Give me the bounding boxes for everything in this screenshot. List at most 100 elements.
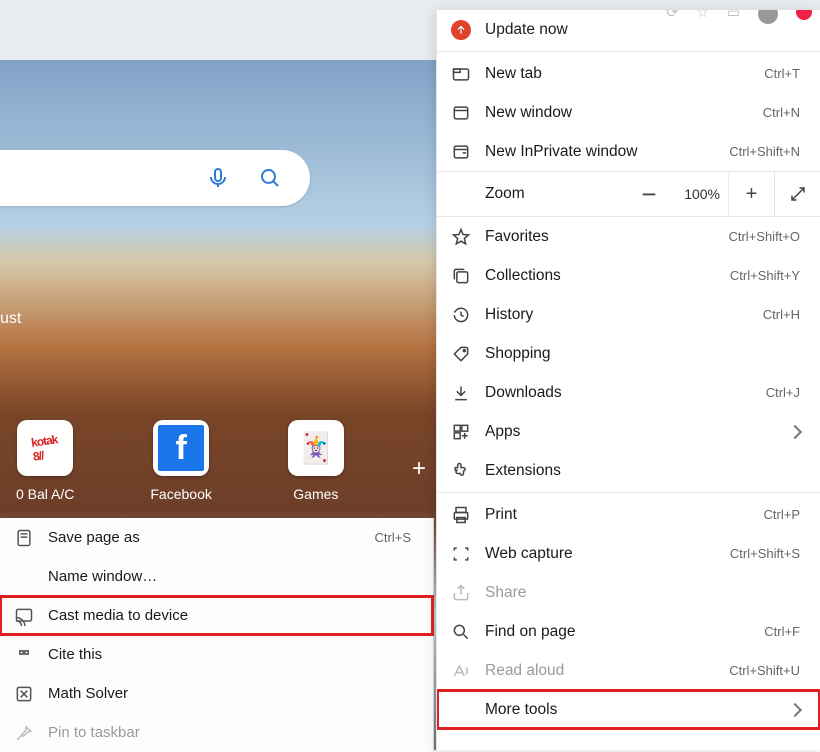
menu-label: Save page as bbox=[48, 529, 361, 546]
tile-label: Games bbox=[293, 486, 338, 502]
update-icon bbox=[451, 20, 471, 40]
zoom-label: Zoom bbox=[485, 185, 626, 203]
downloads[interactable]: Downloads Ctrl+J bbox=[437, 373, 820, 412]
new-window[interactable]: New window Ctrl+N bbox=[437, 93, 820, 132]
inprivate-icon bbox=[451, 142, 471, 162]
search-icon[interactable] bbox=[258, 166, 282, 190]
quick-links: kotak8// 0 Bal A/C f Facebook 🃏 Games bbox=[0, 420, 434, 502]
menu-label: Favorites bbox=[485, 228, 714, 246]
extensions[interactable]: Extensions bbox=[437, 451, 820, 490]
zoom-in-button[interactable]: + bbox=[728, 171, 774, 217]
menu-label: Extensions bbox=[485, 462, 800, 480]
apps-icon bbox=[451, 422, 471, 442]
menu-label: New tab bbox=[485, 65, 750, 83]
quote-icon bbox=[14, 645, 34, 665]
search-bar[interactable] bbox=[0, 150, 310, 206]
edge-settings-menu: ⟳ ☆ ▭ Update now New tab Ctrl+T New wind… bbox=[436, 10, 820, 750]
menu-label: Downloads bbox=[485, 384, 752, 402]
tile-label: Facebook bbox=[150, 486, 211, 502]
cards-icon: 🃏 bbox=[288, 420, 344, 476]
mic-icon[interactable] bbox=[206, 166, 230, 190]
new-tab[interactable]: New tab Ctrl+T bbox=[437, 54, 820, 93]
kotak-icon: kotak8// bbox=[17, 420, 73, 476]
notification-badge bbox=[796, 10, 812, 20]
shortcut: Ctrl+H bbox=[763, 307, 800, 322]
window-icon bbox=[451, 103, 471, 123]
share: Share bbox=[437, 573, 820, 612]
tab-icon bbox=[451, 64, 471, 84]
favorites[interactable]: Favorites Ctrl+Shift+O bbox=[437, 217, 820, 256]
history-icon bbox=[451, 305, 471, 325]
shortcut: Ctrl+F bbox=[764, 624, 800, 639]
shortcut: Ctrl+Shift+O bbox=[728, 229, 800, 244]
new-inprivate[interactable]: New InPrivate window Ctrl+Shift+N bbox=[437, 132, 820, 171]
menu-label: More tools bbox=[485, 701, 776, 719]
star-icon bbox=[451, 227, 471, 247]
print[interactable]: Print Ctrl+P bbox=[437, 495, 820, 534]
collections-icon bbox=[451, 266, 471, 286]
shortcut: Ctrl+S bbox=[375, 530, 411, 545]
read-aloud: Read aloud Ctrl+Shift+U bbox=[437, 651, 820, 690]
menu-label: Print bbox=[485, 506, 750, 524]
zoom-value: 100% bbox=[672, 186, 728, 202]
add-tile-button[interactable]: + bbox=[412, 455, 426, 483]
zoom-out-button[interactable]: − bbox=[626, 171, 672, 217]
menu-label: Shopping bbox=[485, 345, 800, 363]
readaloud-icon bbox=[451, 661, 471, 681]
math-solver[interactable]: Math Solver bbox=[0, 674, 433, 713]
shopping[interactable]: Shopping bbox=[437, 334, 820, 373]
menu-label: New window bbox=[485, 104, 749, 122]
save-page-as[interactable]: Save page as Ctrl+S bbox=[0, 518, 433, 557]
shortcut: Ctrl+Shift+S bbox=[730, 546, 800, 561]
pin-icon bbox=[14, 723, 34, 743]
history[interactable]: History Ctrl+H bbox=[437, 295, 820, 334]
menu-label: Cast media to device bbox=[48, 607, 411, 624]
capture-icon bbox=[451, 544, 471, 564]
shortcut: Ctrl+Shift+U bbox=[729, 663, 800, 678]
find-on-page[interactable]: Find on page Ctrl+F bbox=[437, 612, 820, 651]
menu-label: Apps bbox=[485, 423, 776, 441]
more-tools[interactable]: More tools bbox=[437, 690, 820, 729]
tile-games[interactable]: 🃏 Games bbox=[288, 420, 344, 502]
menu-label: Read aloud bbox=[485, 662, 715, 680]
web-capture[interactable]: Web capture Ctrl+Shift+S bbox=[437, 534, 820, 573]
title-bar-icons: ⟳ ☆ ▭ bbox=[666, 10, 812, 24]
name-window[interactable]: Name window… bbox=[0, 557, 433, 596]
chevron-right-icon bbox=[788, 424, 802, 438]
math-icon bbox=[14, 684, 34, 704]
print-icon bbox=[451, 505, 471, 525]
find-icon bbox=[451, 622, 471, 642]
menu-label: Pin to taskbar bbox=[48, 724, 411, 741]
tile-label: 0 Bal A/C bbox=[16, 486, 74, 502]
collections-icon[interactable]: ▭ bbox=[727, 10, 740, 24]
page-icon bbox=[14, 528, 34, 548]
menu-label: Math Solver bbox=[48, 685, 411, 702]
share-icon bbox=[451, 583, 471, 603]
menu-label: Cite this bbox=[48, 646, 411, 663]
chevron-right-icon bbox=[788, 702, 802, 716]
sync-icon[interactable]: ⟳ bbox=[666, 10, 678, 24]
cast-media[interactable]: Cast media to device bbox=[0, 596, 433, 635]
cast-icon bbox=[14, 606, 34, 626]
tile-kotak[interactable]: kotak8// 0 Bal A/C bbox=[16, 420, 74, 502]
shortcut: Ctrl+Shift+N bbox=[729, 144, 800, 159]
collections[interactable]: Collections Ctrl+Shift+Y bbox=[437, 256, 820, 295]
shortcut: Ctrl+N bbox=[763, 105, 800, 120]
star-icon[interactable]: ☆ bbox=[696, 10, 709, 24]
zoom-row: Zoom − 100% + bbox=[437, 171, 820, 217]
tile-facebook[interactable]: f Facebook bbox=[150, 420, 211, 502]
avatar-icon[interactable] bbox=[758, 10, 778, 24]
menu-label: History bbox=[485, 306, 749, 324]
facebook-icon: f bbox=[153, 420, 209, 476]
menu-label: Web capture bbox=[485, 545, 716, 563]
menu-label: New InPrivate window bbox=[485, 143, 715, 161]
shortcut: Ctrl+P bbox=[764, 507, 800, 522]
menu-label: Find on page bbox=[485, 623, 750, 641]
cite-this[interactable]: Cite this bbox=[0, 635, 433, 674]
apps[interactable]: Apps bbox=[437, 412, 820, 451]
fullscreen-button[interactable] bbox=[774, 171, 820, 217]
shortcut: Ctrl+Shift+Y bbox=[730, 268, 800, 283]
more-tools-submenu: Save page as Ctrl+S Name window… Cast me… bbox=[0, 518, 434, 752]
menu-label: Name window… bbox=[48, 568, 411, 585]
separator bbox=[437, 51, 820, 52]
